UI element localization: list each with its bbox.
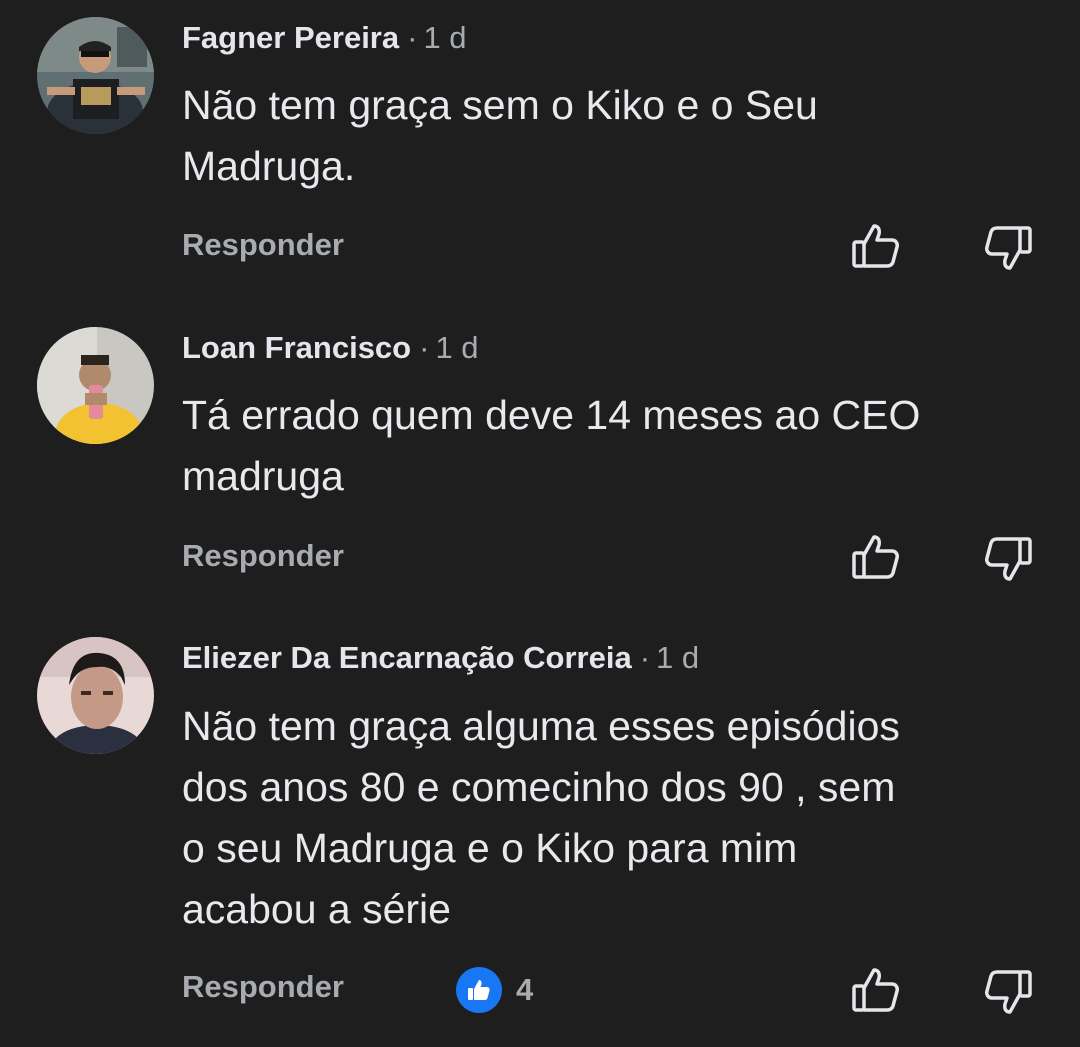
like-reaction-icon [456,967,502,1013]
dislike-button[interactable] [982,966,1034,1018]
avatar[interactable] [37,327,154,444]
comment-text-line: madruga [182,453,344,499]
timestamp[interactable]: 1 d [423,20,466,55]
comment-header: Fagner Pereira · 1 d [182,18,467,58]
author-name[interactable]: Fagner Pereira [182,20,399,55]
separator-dot: · [407,20,418,55]
comment-text-line: o seu Madruga e o Kiko para mim [182,825,798,871]
separator-dot: · [639,640,651,675]
reaction-summary[interactable]: 4 [456,966,533,1014]
dislike-button[interactable] [982,533,1034,585]
comment-text-line: Não tem graça alguma esses episódios [182,703,900,749]
reaction-count: 4 [516,972,534,1007]
author-name[interactable]: Loan Francisco [182,330,411,365]
comment-text: Não tem graça sem o Kiko e o Seu Madruga… [182,75,1042,197]
reply-button[interactable]: Responder [182,225,344,265]
dislike-button[interactable] [982,222,1034,274]
thumbs-up-outline-icon [852,224,899,268]
avatar[interactable] [37,637,154,754]
thumbs-up-outline-icon [852,968,899,1012]
author-name[interactable]: Eliezer Da Encarnação Correia [182,640,632,675]
timestamp[interactable]: 1 d [435,330,478,365]
reply-button[interactable]: Responder [182,536,344,576]
reply-button[interactable]: Responder [182,967,344,1007]
comment-header: Loan Francisco · 1 d [182,328,479,368]
comment-text-line: acabou a série [182,886,451,932]
like-button[interactable] [850,220,902,272]
thumbs-down-outline-icon [985,226,1032,270]
separator-dot: · [419,330,430,365]
thumbs-up-outline-icon [852,535,899,579]
comment-header: Eliezer Da Encarnação Correia · 1 d [182,638,699,678]
thumbs-down-outline-icon [985,537,1032,581]
comment-text: Não tem graça alguma esses episódios dos… [182,696,1042,940]
comment-text-line: Tá errado quem deve 14 meses ao CEO [182,392,921,438]
thumbs-down-outline-icon [985,970,1032,1014]
comment-text-line: Madruga. [182,143,356,189]
comment-text-line: dos anos 80 e comecinho dos 90 , sem [182,764,896,810]
like-button[interactable] [850,531,902,583]
like-button[interactable] [850,964,902,1016]
timestamp[interactable]: 1 d [656,640,699,675]
comment-text-line: Não tem graça sem o Kiko e o Seu [182,82,818,128]
avatar[interactable] [37,17,154,134]
comment-text: Tá errado quem deve 14 meses ao CEO madr… [182,385,1042,507]
